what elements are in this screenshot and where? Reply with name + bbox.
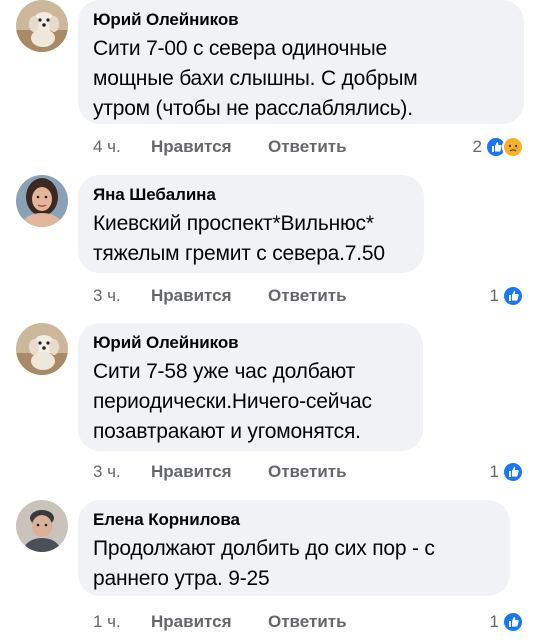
reactions-summary[interactable]: 1 [490, 611, 524, 633]
reactions-summary[interactable]: 2 [473, 136, 524, 158]
reply-button[interactable]: Ответить [268, 462, 347, 482]
comment-actions: 1 ч. Нравится Ответить [93, 612, 347, 632]
comment-text: Продолжают долбить до сих пор - с раннег… [93, 534, 494, 594]
sad-icon [502, 136, 524, 158]
comment-text: Киевский проспект*Вильнюс* тяжелым греми… [93, 209, 408, 269]
comment-time[interactable]: 3 ч. [93, 286, 151, 306]
reaction-count: 1 [489, 462, 499, 481]
like-button[interactable]: Нравится [151, 286, 268, 306]
reactions-summary[interactable]: 1 [490, 285, 524, 307]
like-button[interactable]: Нравится [151, 462, 268, 482]
avatar[interactable] [16, 0, 68, 52]
avatar[interactable] [16, 175, 68, 227]
reply-button[interactable]: Ответить [268, 137, 347, 157]
reply-button[interactable]: Ответить [268, 612, 347, 632]
comment-text-line: утром (чтобы не расслаблялись). [93, 97, 413, 120]
reactions-summary[interactable]: 1 [490, 461, 524, 483]
comment-author[interactable]: Елена Корнилова [93, 510, 494, 530]
like-icon [502, 285, 524, 307]
reaction-count: 1 [489, 286, 499, 305]
comment-time[interactable]: 1 ч. [93, 612, 151, 632]
comment-text-line: Продолжают долбить до сих пор - с [93, 537, 435, 560]
dog-avatar-icon [16, 323, 68, 375]
comment-actions: 3 ч. Нравится Ответить [93, 462, 347, 482]
comment-bubble: Елена Корнилова Продолжают долбить до си… [78, 500, 510, 596]
comment-text-line: Киевский проспект*Вильнюс* [93, 212, 374, 235]
comment-time[interactable]: 3 ч. [93, 462, 151, 482]
like-icon [502, 611, 524, 633]
reaction-count: 2 [472, 137, 482, 156]
avatar[interactable] [16, 323, 68, 375]
comment-author[interactable]: Юрий Олейников [93, 333, 407, 353]
woman-avatar-icon [16, 500, 68, 552]
comment-time[interactable]: 4 ч. [93, 137, 151, 157]
comment-text-line: Сити 7-00 с севера одиночные [93, 37, 387, 60]
comment-text-line: периодически.Ничего-сейчас [93, 390, 372, 413]
comment-bubble: Юрий Олейников Сити 7-58 уже час долбают… [78, 323, 423, 451]
comment-text-line: тяжелым гремит с севера.7.50 [93, 242, 385, 265]
comment-text-line: позавтракают и угомонятся. [93, 420, 361, 443]
comment-actions: 3 ч. Нравится Ответить [93, 286, 347, 306]
comment-actions: 4 ч. Нравится Ответить [93, 137, 347, 157]
comment-text-line: раннего утра. 9-25 [93, 567, 270, 590]
like-button[interactable]: Нравится [151, 137, 268, 157]
dog-avatar-icon [16, 0, 68, 52]
comment-author[interactable]: Яна Шебалина [93, 185, 408, 205]
comment-bubble: Яна Шебалина Киевский проспект*Вильнюс* … [78, 175, 424, 273]
comment-text-line: мощные бахи слышны. С добрым [93, 67, 418, 90]
reaction-count: 1 [489, 612, 499, 631]
like-icon [502, 461, 524, 483]
like-button[interactable]: Нравится [151, 612, 268, 632]
comment-text-line: Сити 7-58 уже час долбают [93, 360, 356, 383]
reply-button[interactable]: Ответить [268, 286, 347, 306]
comment-bubble: Юрий Олейников Сити 7-00 с севера одиноч… [78, 0, 524, 124]
avatar[interactable] [16, 500, 68, 552]
comment-text: Сити 7-58 уже час долбают периодически.Н… [93, 357, 407, 447]
comment-text: Сити 7-00 с севера одиночные мощные бахи… [93, 34, 508, 124]
comment-author[interactable]: Юрий Олейников [93, 10, 508, 30]
woman-avatar-icon [16, 175, 68, 227]
